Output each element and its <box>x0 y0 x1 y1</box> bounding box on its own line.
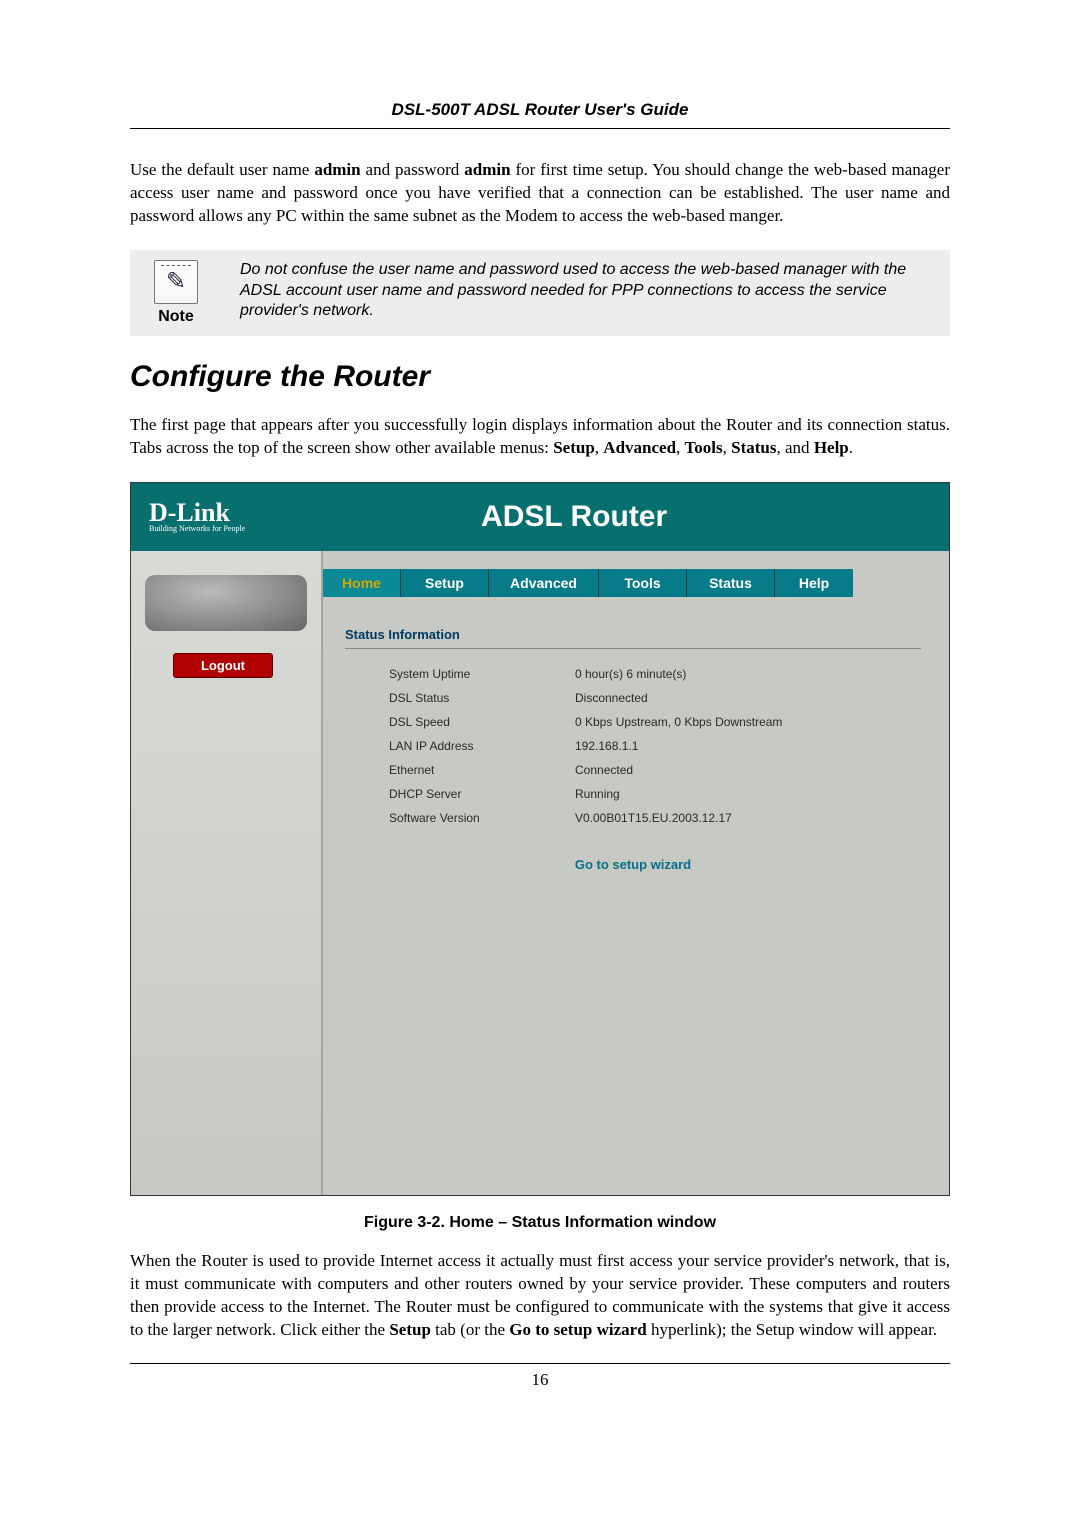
tab-home[interactable]: Home <box>323 569 401 597</box>
text: , <box>723 438 732 457</box>
modem-image <box>145 575 307 631</box>
status-key: Software Version <box>345 811 575 825</box>
router-main: Home Setup Advanced Tools Status Help St… <box>321 551 949 1195</box>
status-value: Disconnected <box>575 691 921 705</box>
router-topbar: D-Link Building Networks for People ADSL… <box>131 483 949 551</box>
section-heading: Configure the Router <box>130 360 950 394</box>
status-key: DSL Status <box>345 691 575 705</box>
text: . <box>849 438 853 457</box>
logo-text: D-Link <box>149 501 245 524</box>
status-key: DHCP Server <box>345 787 575 801</box>
status-row: EthernetConnected <box>345 763 921 777</box>
tab-help[interactable]: Help <box>775 569 853 597</box>
text: Use the default user name <box>130 160 314 179</box>
figure-caption: Figure 3-2. Home – Status Information wi… <box>130 1214 950 1232</box>
router-body: Logout Home Setup Advanced Tools Status … <box>131 551 949 1195</box>
status-value: Connected <box>575 763 921 777</box>
text-bold: Advanced <box>603 438 676 457</box>
logout-button[interactable]: Logout <box>173 653 273 678</box>
panel-title: Status Information <box>345 627 921 649</box>
setup-wizard-link[interactable]: Go to setup wizard <box>345 857 921 872</box>
status-value: 192.168.1.1 <box>575 739 921 753</box>
note-left: Note <box>136 260 216 326</box>
text-bold: Setup <box>553 438 595 457</box>
status-row: System Uptime0 hour(s) 6 minute(s) <box>345 667 921 681</box>
router-screenshot: D-Link Building Networks for People ADSL… <box>130 482 950 1196</box>
status-value: 0 Kbps Upstream, 0 Kbps Downstream <box>575 715 921 729</box>
status-row: DHCP ServerRunning <box>345 787 921 801</box>
status-row: DSL StatusDisconnected <box>345 691 921 705</box>
status-panel: Status Information System Uptime0 hour(s… <box>323 627 931 872</box>
tab-advanced[interactable]: Advanced <box>489 569 599 597</box>
note-block: Note Do not confuse the user name and pa… <box>130 250 950 336</box>
tab-tools[interactable]: Tools <box>599 569 687 597</box>
status-key: LAN IP Address <box>345 739 575 753</box>
intro-paragraph: Use the default user name admin and pass… <box>130 159 950 228</box>
status-row: DSL Speed0 Kbps Upstream, 0 Kbps Downstr… <box>345 715 921 729</box>
text-bold: admin <box>464 160 510 179</box>
text: hyperlink); the Setup window will appear… <box>647 1320 937 1339</box>
router-title: ADSL Router <box>257 500 931 534</box>
text-bold: admin <box>314 160 360 179</box>
text-bold: Status <box>731 438 776 457</box>
section-paragraph: The first page that appears after you su… <box>130 414 950 460</box>
status-value: Running <box>575 787 921 801</box>
text: tab (or the <box>431 1320 509 1339</box>
text: and password <box>361 160 465 179</box>
text: , and <box>777 438 814 457</box>
note-label: Note <box>136 308 216 326</box>
text-bold: Setup <box>389 1320 431 1339</box>
logo-tagline: Building Networks for People <box>149 525 245 532</box>
closing-paragraph: When the Router is used to provide Inter… <box>130 1250 950 1342</box>
status-key: DSL Speed <box>345 715 575 729</box>
status-key: Ethernet <box>345 763 575 777</box>
text-bold: Go to setup wizard <box>509 1320 646 1339</box>
page-number: 16 <box>130 1363 950 1390</box>
note-text: Do not confuse the user name and passwor… <box>240 260 936 322</box>
status-row: Software VersionV0.00B01T15.EU.2003.12.1… <box>345 811 921 825</box>
status-key: System Uptime <box>345 667 575 681</box>
tab-status[interactable]: Status <box>687 569 775 597</box>
dlink-logo: D-Link Building Networks for People <box>149 501 245 532</box>
status-value: V0.00B01T15.EU.2003.12.17 <box>575 811 921 825</box>
note-icon <box>154 260 198 304</box>
text-bold: Help <box>814 438 849 457</box>
status-value: 0 hour(s) 6 minute(s) <box>575 667 921 681</box>
router-sidebar: Logout <box>131 551 321 1195</box>
text: , <box>676 438 685 457</box>
status-row: LAN IP Address192.168.1.1 <box>345 739 921 753</box>
tab-row: Home Setup Advanced Tools Status Help <box>323 569 931 597</box>
tab-setup[interactable]: Setup <box>401 569 489 597</box>
page-header-title: DSL-500T ADSL Router User's Guide <box>130 100 950 129</box>
text-bold: Tools <box>685 438 723 457</box>
